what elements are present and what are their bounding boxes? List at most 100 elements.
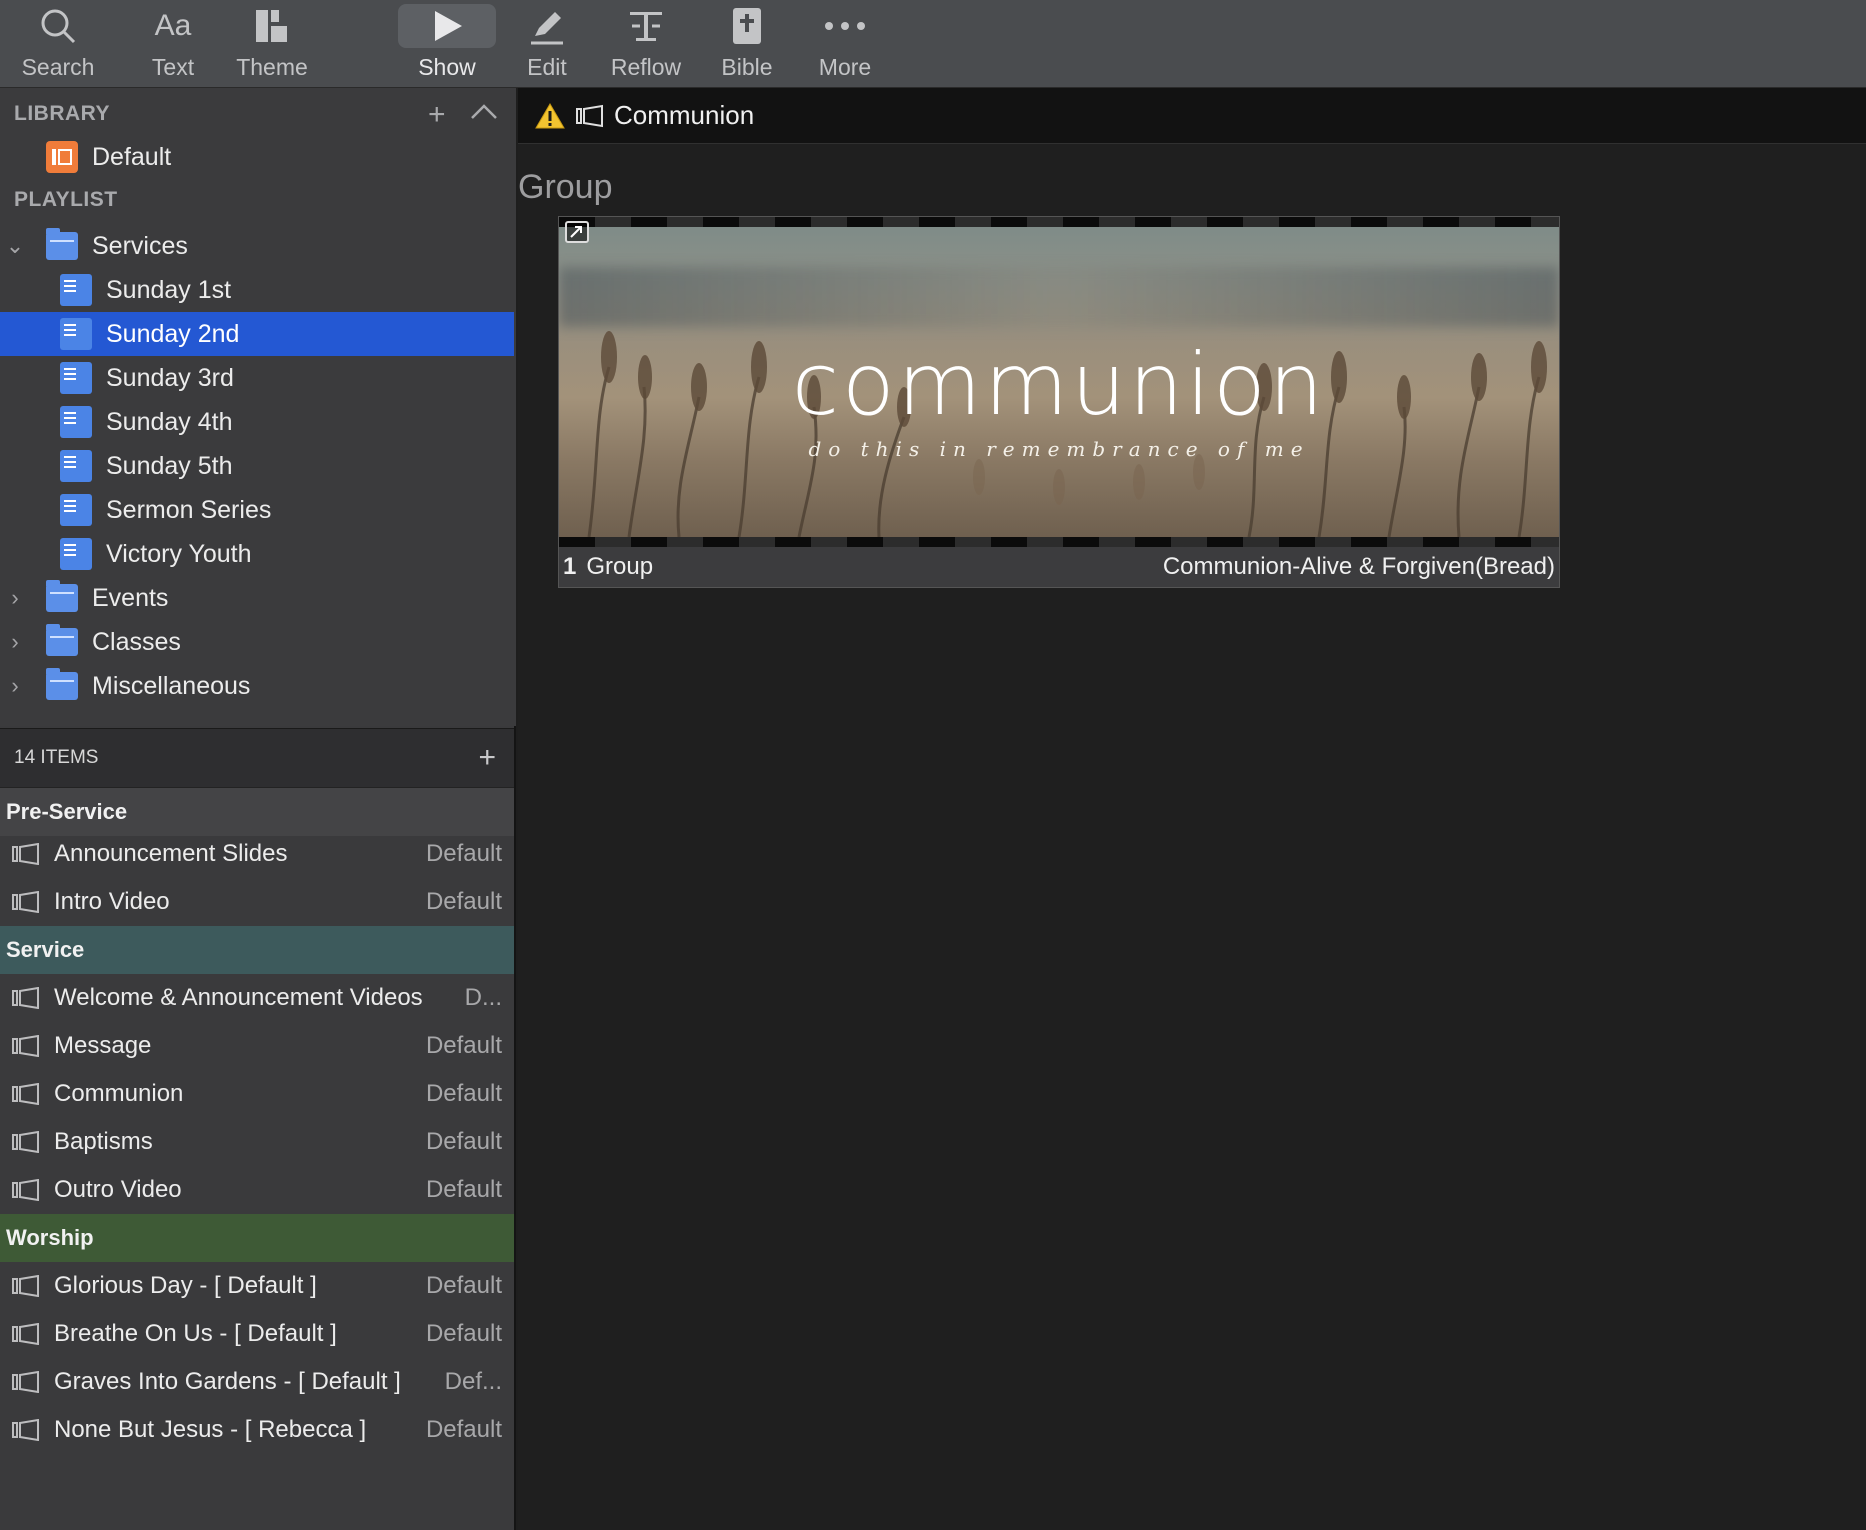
item-theme: Default bbox=[425, 888, 502, 915]
chevron-right-icon[interactable]: › bbox=[0, 673, 30, 699]
slide-thumbnail[interactable]: communion do this in remembrance of me 1… bbox=[558, 216, 1560, 588]
library-icon bbox=[46, 141, 78, 173]
library-item-default[interactable]: Default bbox=[0, 135, 514, 179]
chevron-right-icon[interactable]: › bbox=[0, 629, 30, 655]
slide-media-name: Communion-Alive & Forgiven(Bread) bbox=[1162, 553, 1555, 580]
item-title: Communion bbox=[54, 1080, 184, 1107]
more-icon bbox=[812, 4, 878, 48]
library-panel: LIBRARY + Default PLAYLIST ⌄ Services Su… bbox=[0, 88, 516, 726]
presentation-icon bbox=[12, 1179, 39, 1201]
playlist-item-label: Sermon Series bbox=[106, 495, 272, 524]
reflow-button[interactable]: Reflow bbox=[606, 0, 686, 88]
film-perforation bbox=[559, 217, 1559, 227]
folder-icon bbox=[46, 580, 78, 612]
playlist-folder-classes[interactable]: › Classes bbox=[0, 620, 514, 664]
playlist-icon bbox=[60, 494, 92, 526]
item-theme: Default bbox=[425, 1176, 502, 1203]
playlist-icon bbox=[60, 450, 92, 482]
item-title: Breathe On Us - [ Default ] bbox=[54, 1320, 337, 1347]
group-header-worship[interactable]: Worship bbox=[0, 1214, 514, 1262]
item-theme: Default bbox=[425, 1272, 502, 1299]
folder-label: Miscellaneous bbox=[92, 671, 251, 700]
playlist-item-sermon-series[interactable]: Sermon Series bbox=[0, 488, 514, 532]
playlist-icon bbox=[60, 274, 92, 306]
text-button[interactable]: Aa Text bbox=[138, 0, 208, 88]
search-icon bbox=[18, 4, 98, 48]
item-title: None But Jesus - [ Rebecca ] bbox=[54, 1416, 367, 1443]
playlist-item-label: Victory Youth bbox=[106, 539, 252, 568]
reflow-icon bbox=[606, 4, 686, 48]
chevron-right-icon[interactable]: › bbox=[0, 585, 30, 611]
folder-icon bbox=[46, 668, 78, 700]
playlist-item-victory-youth[interactable]: Victory Youth bbox=[0, 532, 514, 576]
search-button[interactable]: Search bbox=[18, 0, 98, 88]
list-item[interactable]: Breathe On Us - [ Default ] Default bbox=[0, 1310, 514, 1358]
search-label: Search bbox=[21, 54, 95, 80]
presentation-icon bbox=[12, 1035, 39, 1057]
bible-label: Bible bbox=[721, 54, 773, 80]
item-theme: Default bbox=[425, 1080, 502, 1107]
bible-button[interactable]: Bible bbox=[710, 0, 784, 88]
slide-number: 1 bbox=[563, 553, 577, 580]
item-title: Welcome & Announcement Videos bbox=[54, 984, 423, 1011]
slide-group-name: Group bbox=[586, 553, 654, 580]
list-item[interactable]: Communion Default bbox=[0, 1070, 514, 1118]
list-item[interactable]: Baptisms Default bbox=[0, 1118, 514, 1166]
list-item[interactable]: Intro Video Default bbox=[0, 878, 514, 926]
list-item[interactable]: Graves Into Gardens - [ Default ] Def... bbox=[0, 1358, 514, 1406]
items-header: 14 ITEMS + bbox=[0, 728, 514, 788]
playlist-folder-events[interactable]: › Events bbox=[0, 576, 514, 620]
library-item-label: Default bbox=[92, 142, 172, 171]
add-item-button[interactable]: + bbox=[478, 741, 496, 775]
playlist-folder-services[interactable]: ⌄ Services bbox=[0, 224, 514, 268]
more-button[interactable]: More bbox=[812, 0, 878, 88]
theme-button[interactable]: Theme bbox=[232, 0, 312, 88]
slide-label-bar: 1 Group Communion-Alive & Forgiven(Bread… bbox=[559, 547, 1559, 587]
playlist-icon bbox=[60, 318, 92, 350]
playlist-item-sunday-1st[interactable]: Sunday 1st bbox=[0, 268, 514, 312]
item-title: Intro Video bbox=[54, 888, 170, 915]
playlist-icon bbox=[60, 538, 92, 570]
item-title: Baptisms bbox=[54, 1128, 153, 1155]
presentation-icon bbox=[12, 843, 39, 865]
folder-icon bbox=[46, 228, 78, 260]
playlist-item-sunday-4th[interactable]: Sunday 4th bbox=[0, 400, 514, 444]
item-title: Announcement Slides bbox=[54, 840, 288, 867]
film-perforation bbox=[559, 537, 1559, 547]
playlist-item-sunday-3rd[interactable]: Sunday 3rd bbox=[0, 356, 514, 400]
edit-label: Edit bbox=[527, 54, 567, 80]
list-item[interactable]: Outro Video Default bbox=[0, 1166, 514, 1214]
list-item[interactable]: Glorious Day - [ Default ] Default bbox=[0, 1262, 514, 1310]
play-icon bbox=[398, 4, 496, 48]
list-item[interactable]: Announcement Slides Default bbox=[0, 830, 514, 878]
playlist-item-label: Sunday 4th bbox=[106, 407, 233, 436]
item-theme: Default bbox=[425, 1320, 502, 1347]
item-theme: Default bbox=[425, 1032, 502, 1059]
warning-icon[interactable] bbox=[534, 102, 566, 130]
slide-preview: communion do this in remembrance of me bbox=[559, 217, 1559, 547]
list-item[interactable]: None But Jesus - [ Rebecca ] Default bbox=[0, 1406, 514, 1454]
edit-button[interactable]: Edit bbox=[514, 0, 580, 88]
show-label: Show bbox=[418, 54, 476, 80]
list-item[interactable]: Welcome & Announcement Videos D... bbox=[0, 974, 514, 1022]
group-header-pre-service[interactable]: Pre-Service bbox=[0, 788, 514, 836]
toolbar: Search Aa Text Theme Show Edit Reflow Bi… bbox=[0, 0, 1866, 88]
chevron-down-icon[interactable]: ⌄ bbox=[0, 233, 30, 259]
presentation-icon bbox=[12, 1371, 39, 1393]
playlist-item-sunday-2nd[interactable]: Sunday 2nd bbox=[0, 312, 514, 356]
collapse-chevron-icon[interactable] bbox=[470, 100, 498, 129]
item-theme: Default bbox=[425, 840, 502, 867]
library-add-button[interactable]: + bbox=[428, 98, 446, 132]
sidebar: LIBRARY + Default PLAYLIST ⌄ Services Su… bbox=[0, 88, 516, 1530]
presentation-icon bbox=[12, 891, 39, 913]
playlist-item-sunday-5th[interactable]: Sunday 5th bbox=[0, 444, 514, 488]
playlist-folder-miscellaneous[interactable]: › Miscellaneous bbox=[0, 664, 514, 708]
show-button[interactable]: Show bbox=[398, 0, 496, 88]
presentation-icon bbox=[12, 987, 39, 1009]
theme-icon bbox=[232, 4, 312, 48]
item-theme: Default bbox=[425, 1416, 502, 1443]
list-item[interactable]: Message Default bbox=[0, 1022, 514, 1070]
folder-label: Events bbox=[92, 583, 169, 612]
group-header-service[interactable]: Service bbox=[0, 926, 514, 974]
presentation-icon bbox=[12, 1323, 39, 1345]
